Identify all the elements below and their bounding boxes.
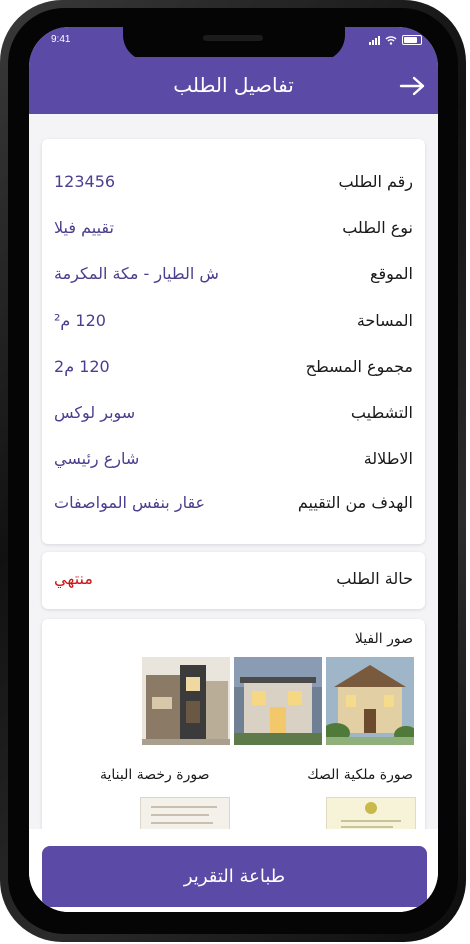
detail-label: مجموع المسطح — [305, 357, 413, 376]
detail-label: المساحة — [356, 311, 413, 330]
detail-row: المساحة 120 م² — [42, 311, 425, 335]
detail-value: شارع رئيسي — [54, 449, 140, 468]
detail-label: الهدف من التقييم — [297, 493, 413, 512]
detail-value: سوبر لوكس — [54, 403, 136, 422]
deed-photo[interactable] — [326, 797, 416, 829]
arrow-right-icon — [399, 76, 425, 96]
detail-label: نوع الطلب — [342, 218, 413, 237]
deed-photo-title: صورة ملكية الصك — [307, 767, 413, 783]
permit-photo-title: صورة رخصة البناية — [100, 767, 210, 783]
detail-row: رقم الطلب 123456 — [42, 172, 425, 196]
status-time: 9:41 — [51, 34, 71, 45]
print-report-button[interactable]: طباعة التقرير — [42, 846, 427, 907]
villa-photos-title: صور الفيلا — [354, 631, 413, 647]
detail-value: 120 م2 — [54, 357, 110, 376]
villa-photo-image — [142, 657, 230, 745]
detail-row: الاطلالة شارع رئيسي — [42, 449, 425, 473]
speaker-grille — [203, 35, 263, 41]
detail-value: ش الطيار - مكة المكرمة — [54, 264, 219, 283]
status-bar: 9:41 — [29, 27, 438, 61]
battery-icon — [402, 35, 422, 45]
status-label: حالة الطلب — [336, 569, 413, 588]
images-card: صور الفيلا صورة ملكية الصك صورة رخصة الب… — [42, 619, 425, 829]
villa-photo-image — [234, 657, 322, 745]
document-image — [151, 806, 217, 824]
detail-row: الهدف من التقييم عقار بنفس المواصفات — [42, 493, 425, 517]
detail-value: عقار بنفس المواصفات — [54, 493, 206, 512]
app-bar: تفاصيل الطلب — [29, 57, 438, 114]
status-card: حالة الطلب منتهي — [42, 552, 425, 609]
content-area: رقم الطلب 123456 نوع الطلب تقييم فيلا ال… — [29, 114, 438, 829]
detail-value: 120 م² — [54, 311, 106, 330]
detail-label: الاطلالة — [363, 449, 413, 468]
details-card: رقم الطلب 123456 نوع الطلب تقييم فيلا ال… — [42, 139, 425, 544]
villa-photo-image — [326, 657, 414, 745]
detail-value: تقييم فيلا — [54, 218, 114, 237]
app-screen: 9:41 تفاصيل الطلب رقم الطلب 123456 نوع ا… — [29, 27, 438, 912]
detail-row: نوع الطلب تقييم فيلا — [42, 218, 425, 242]
detail-row: مجموع المسطح 120 م2 — [42, 357, 425, 381]
status-badge: منتهي — [54, 569, 93, 588]
permit-photo[interactable] — [140, 797, 230, 829]
villa-photo-3[interactable] — [326, 657, 414, 745]
detail-value: 123456 — [54, 172, 116, 191]
villa-photo-1[interactable] — [142, 657, 230, 745]
page-title: تفاصيل الطلب — [173, 73, 294, 97]
status-icons — [369, 35, 422, 45]
footer-bar: طباعة التقرير — [29, 829, 438, 912]
phone-notch — [123, 27, 345, 61]
detail-label: الموقع — [370, 264, 413, 283]
villa-photo-2[interactable] — [234, 657, 322, 745]
detail-row: التشطيب سوبر لوكس — [42, 403, 425, 427]
wifi-icon — [385, 35, 397, 45]
detail-label: رقم الطلب — [338, 172, 413, 191]
detail-label: التشطيب — [350, 403, 413, 422]
detail-row: الموقع ش الطيار - مكة المكرمة — [42, 264, 425, 288]
back-button[interactable] — [398, 75, 428, 97]
signal-icon — [369, 35, 380, 45]
document-image — [341, 802, 401, 828]
